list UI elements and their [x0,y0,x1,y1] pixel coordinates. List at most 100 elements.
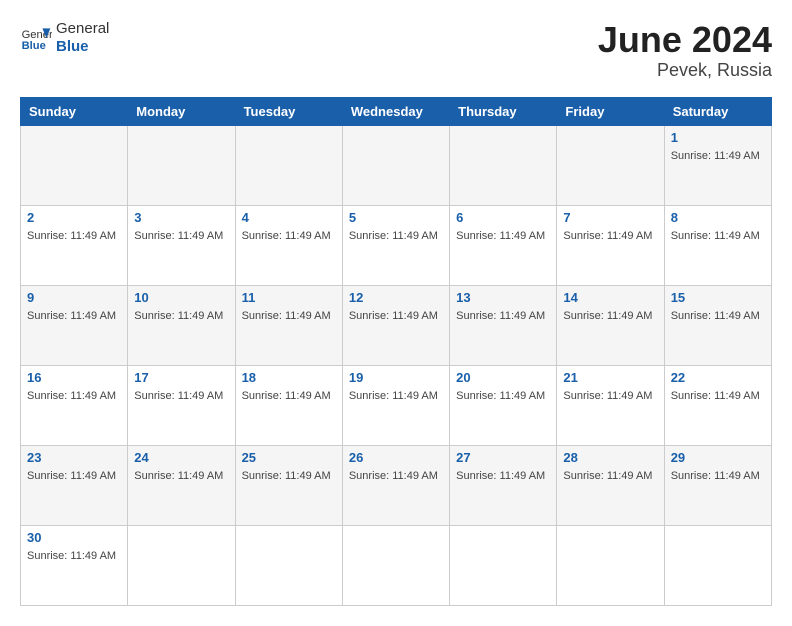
logo-general-text: General [56,20,109,38]
sunrise-text: Sunrise: 11:49 AM [27,390,116,402]
calendar-cell: 10 Sunrise: 11:49 AM [128,285,235,365]
day-number: 28 [563,450,657,465]
calendar-cell [557,525,664,605]
sunrise-text: Sunrise: 11:49 AM [134,230,223,242]
day-number: 27 [456,450,550,465]
calendar-cell: 4Sunrise: 11:49 AM [235,205,342,285]
calendar-week-row: 1Sunrise: 11:49 AM [21,125,772,205]
day-number: 19 [349,370,443,385]
logo: General Blue General Blue [20,20,109,56]
day-number: 10 [134,290,228,305]
sunrise-text: Sunrise: 11:49 AM [563,470,652,482]
calendar-cell [128,525,235,605]
location-subtitle: Pevek, Russia [598,60,772,81]
calendar-cell: 16 Sunrise: 11:49 AM [21,365,128,445]
calendar-cell: 6Sunrise: 11:49 AM [450,205,557,285]
day-number: 29 [671,450,765,465]
calendar-cell: 29 Sunrise: 11:49 AM [664,445,771,525]
day-number: 16 [27,370,121,385]
sunrise-text: Sunrise: 11:49 AM [349,230,438,242]
calendar-cell [342,125,449,205]
calendar-cell: 13Sunrise: 11:49 AM [450,285,557,365]
calendar-cell: 3Sunrise: 11:49 AM [128,205,235,285]
calendar-cell: 9Sunrise: 11:49 AM [21,285,128,365]
sunrise-text: Sunrise: 11:49 AM [671,310,760,322]
calendar-header-wednesday: Wednesday [342,97,449,125]
logo-icon: General Blue [20,22,52,54]
sunrise-text: Sunrise: 11:49 AM [134,310,223,322]
calendar-header-saturday: Saturday [664,97,771,125]
sunrise-text: Sunrise: 11:49 AM [242,470,331,482]
day-number: 30 [27,530,121,545]
day-number: 17 [134,370,228,385]
calendar-cell [450,125,557,205]
day-number: 11 [242,290,336,305]
calendar-week-row: 30 Sunrise: 11:49 AM [21,525,772,605]
calendar-cell: 11 Sunrise: 11:49 AM [235,285,342,365]
calendar-cell: 26 Sunrise: 11:49 AM [342,445,449,525]
calendar-cell [235,525,342,605]
calendar-cell [235,125,342,205]
day-number: 7 [563,210,657,225]
calendar-title-area: June 2024 Pevek, Russia [598,20,772,81]
day-number: 25 [242,450,336,465]
calendar-header-tuesday: Tuesday [235,97,342,125]
day-number: 5 [349,210,443,225]
sunrise-text: Sunrise: 11:49 AM [671,390,760,402]
calendar-cell [342,525,449,605]
day-number: 22 [671,370,765,385]
day-number: 6 [456,210,550,225]
calendar-cell: 14Sunrise: 11:49 AM [557,285,664,365]
calendar-cell: 12 Sunrise: 11:49 AM [342,285,449,365]
calendar-cell: 5 Sunrise: 11:49 AM [342,205,449,285]
calendar-cell: 19 Sunrise: 11:49 AM [342,365,449,445]
sunrise-text: Sunrise: 11:49 AM [27,230,116,242]
day-number: 13 [456,290,550,305]
calendar-header-row: SundayMondayTuesdayWednesdayThursdayFrid… [21,97,772,125]
sunrise-text: Sunrise: 11:49 AM [671,230,760,242]
calendar-cell: 7 Sunrise: 11:49 AM [557,205,664,285]
sunrise-text: Sunrise: 11:49 AM [134,390,223,402]
calendar-cell: 1Sunrise: 11:49 AM [664,125,771,205]
calendar-cell [557,125,664,205]
calendar-cell: 15 Sunrise: 11:49 AM [664,285,771,365]
calendar-cell: 24 Sunrise: 11:49 AM [128,445,235,525]
sunrise-text: Sunrise: 11:49 AM [242,310,331,322]
calendar-cell [21,125,128,205]
calendar-week-row: 23Sunrise: 11:49 AM 24 Sunrise: 11:49 AM 25… [21,445,772,525]
sunrise-text: Sunrise: 11:49 AM [27,470,116,482]
calendar-header-monday: Monday [128,97,235,125]
calendar-cell: 27Sunrise: 11:49 AM [450,445,557,525]
calendar-cell: 2 Sunrise: 11:49 AM [21,205,128,285]
calendar-table: SundayMondayTuesdayWednesdayThursdayFrid… [20,97,772,606]
day-number: 26 [349,450,443,465]
day-number: 20 [456,370,550,385]
day-number: 4 [242,210,336,225]
calendar-cell [128,125,235,205]
sunrise-text: Sunrise: 11:49 AM [27,550,116,562]
svg-text:Blue: Blue [22,40,46,52]
day-number: 14 [563,290,657,305]
calendar-week-row: 9Sunrise: 11:49 AM10Sunrise: 11:49 AM11S… [21,285,772,365]
sunrise-text: Sunrise: 11:49 AM [349,470,438,482]
day-number: 21 [563,370,657,385]
calendar-cell: 23Sunrise: 11:49 AM [21,445,128,525]
sunrise-text: Sunrise: 11:49 AM [563,230,652,242]
calendar-header-friday: Friday [557,97,664,125]
calendar-header-thursday: Thursday [450,97,557,125]
day-number: 15 [671,290,765,305]
month-year-title: June 2024 [598,20,772,60]
calendar-week-row: 16Sunrise: 11:49 AM17Sunrise: 11:49 AM18… [21,365,772,445]
calendar-cell [450,525,557,605]
sunrise-text: Sunrise: 11:49 AM [671,470,760,482]
calendar-header-sunday: Sunday [21,97,128,125]
calendar-cell: 8Sunrise: 11:49 AM [664,205,771,285]
sunrise-text: Sunrise: 11:49 AM [349,310,438,322]
day-number: 9 [27,290,121,305]
day-number: 2 [27,210,121,225]
day-number: 12 [349,290,443,305]
sunrise-text: Sunrise: 11:49 AM [134,470,223,482]
day-number: 24 [134,450,228,465]
sunrise-text: Sunrise: 11:49 AM [349,390,438,402]
page-header: General Blue General Blue June 2024 Peve… [20,20,772,81]
